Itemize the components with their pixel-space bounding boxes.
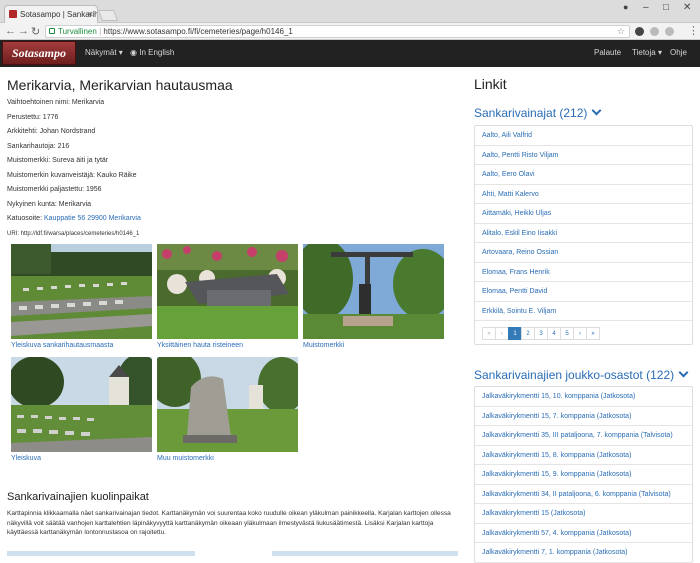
fact-address: Katuosoite: Kauppatie 56 29900 Merikarvi…	[7, 215, 141, 222]
caret-down-icon: ▾	[657, 48, 662, 57]
page-next-button[interactable]: ›	[573, 327, 587, 340]
globe-icon: ◉	[130, 48, 137, 57]
list-item: Erkkilä, Sointu E. Viljam	[475, 302, 692, 321]
extension-icon[interactable]	[665, 27, 674, 36]
site-navbar: Sotasampo Näkymät ▾ ◉ In English Palaute…	[0, 40, 700, 67]
list-item: Aalto, Aili Valfrid	[475, 126, 692, 146]
photo-caption[interactable]: Yleiskuva sankarihautausmaasta	[11, 342, 113, 349]
fact-memorial: Muistomerkki: Sureva äiti ja tytär	[7, 157, 109, 164]
cemetery-facts: Vaihtoehtoinen nimi: Merikarvia Perustet…	[7, 98, 457, 243]
photo-caption[interactable]: Yksittäinen hauta risteineen	[157, 342, 243, 349]
site-favicon-icon	[9, 10, 17, 18]
profile-icon[interactable]: ●	[623, 2, 628, 12]
minimize-icon[interactable]: –	[643, 2, 649, 13]
fact-unveiled: Muistomerkki paljastettu: 1956	[7, 186, 102, 193]
fact-founded: Perustettu: 1776	[7, 113, 59, 121]
fact-sculptor: Muistomerkin kuvanveistäjä: Kauko Räike	[7, 171, 137, 179]
back-icon[interactable]: ←	[5, 25, 16, 37]
new-tab-button[interactable]	[97, 10, 119, 21]
list-item: Jalkaväkirykmentti 7, 1. komppania (Jatk…	[475, 543, 692, 563]
page-last-button[interactable]: »	[586, 327, 600, 340]
list-item: Elomaa, Pentti David	[475, 282, 692, 302]
secure-label: Turvallinen	[58, 27, 97, 36]
lock-icon	[49, 28, 55, 34]
list-item: Jalkaväkirykmentti 15, 8. komppania (Jat…	[475, 446, 692, 465]
pagination: « ‹ 1 2 3 4 5 › »	[475, 321, 692, 344]
caret-down-icon: ▾	[118, 48, 123, 57]
list-item: Jalkaväkirykmentti 35, III pataljoona, 7…	[475, 426, 692, 446]
forward-icon[interactable]: →	[18, 25, 29, 37]
list-item: Elomaa, Frans Henrik	[475, 263, 692, 282]
site-logo[interactable]: Sotasampo	[2, 41, 76, 65]
heroes-section-toggle[interactable]: Sankarivainajat (212)	[474, 105, 602, 120]
page-5-button[interactable]: 5	[560, 327, 574, 340]
fact-hero-graves: Sankarihautoja: 216	[7, 142, 70, 150]
photo-caption[interactable]: Muistomerkki	[303, 342, 344, 349]
nav-help-link[interactable]: Ohje	[670, 48, 687, 57]
address-bar: ← → ↻ Turvallinen | https://www.sotasamp…	[0, 23, 700, 40]
address-link[interactable]: Kauppatie 56 29900 Merikarvia	[44, 215, 141, 222]
url-text: https://www.sotasampo.fi/fi/cemeteries/p…	[103, 27, 293, 36]
chevron-down-icon	[678, 367, 689, 378]
photo-general-view[interactable]	[11, 357, 152, 452]
window-close-icon[interactable]: ✕	[683, 2, 691, 13]
list-item: Artovaara, Reino Ossian	[475, 243, 692, 263]
list-item: Aalto, Pentti Risto Viljam	[475, 146, 692, 165]
list-item: Jalkaväkirykmentti 15, 7. komppania (Jat…	[475, 407, 692, 426]
fact-uri: URI: http://ldf.fi/warsa/places/cemeteri…	[7, 230, 140, 237]
reload-icon[interactable]: ↻	[31, 25, 40, 38]
nav-info-dropdown[interactable]: Tietoja ▾	[632, 48, 662, 57]
deaths-section-heading: Sankarivainajien kuolinpaikat	[7, 491, 149, 503]
chevron-down-icon	[591, 105, 602, 116]
links-heading: Linkit	[474, 76, 507, 92]
nav-views-dropdown[interactable]: Näkymät ▾	[85, 48, 123, 57]
photo-other-memorial[interactable]	[157, 357, 298, 452]
page-4-button[interactable]: 4	[547, 327, 561, 340]
browser-menu-icon[interactable]: ⋮	[688, 24, 699, 37]
url-field[interactable]: Turvallinen | https://www.sotasampo.fi/f…	[45, 25, 630, 38]
list-item: Jalkaväkirykmentti 57, 4. komppania (Jat…	[475, 524, 692, 543]
page-2-button[interactable]: 2	[521, 327, 535, 340]
list-item: Ahti, Matti Kalervo	[475, 185, 692, 204]
list-item: Jalkaväkirykmentti 15, 9. komppania (Jat…	[475, 465, 692, 485]
links-sidebar: Linkit Sankarivainajat (212) Aalto, Aili…	[474, 67, 700, 563]
page-prev-button[interactable]: ‹	[495, 327, 509, 340]
map-panel[interactable]	[7, 551, 195, 556]
photo-cemetery-overview[interactable]	[11, 244, 152, 339]
photo-caption[interactable]: Yleiskuva	[11, 455, 41, 462]
extension-icon[interactable]	[650, 27, 659, 36]
photo-memorial[interactable]	[303, 244, 444, 339]
nav-feedback-link[interactable]: Palaute	[594, 48, 621, 57]
photo-caption[interactable]: Muu muistomerkki	[157, 455, 214, 462]
list-item: Alitalo, Eskil Eino Iisakki	[475, 224, 692, 243]
page-first-button[interactable]: «	[482, 327, 496, 340]
photo-single-grave[interactable]	[157, 244, 298, 339]
map-panel[interactable]	[272, 551, 458, 556]
page-title: Merikarvia, Merikarvian hautausmaa	[7, 77, 233, 93]
main-content: Merikarvia, Merikarvian hautausmaa Vaiht…	[0, 67, 462, 556]
bookmark-star-icon[interactable]: ☆	[617, 26, 625, 37]
maximize-icon[interactable]: □	[663, 2, 669, 13]
browser-tab[interactable]: Sotasampo | Sankarihaut ×	[4, 5, 98, 23]
tab-close-icon[interactable]: ×	[88, 6, 93, 23]
page-1-button[interactable]: 1	[508, 327, 522, 340]
browser-tab-title: Sotasampo | Sankarihaut	[20, 10, 98, 19]
deaths-section-text: Karttapinnia klikkaamalla näet sankariva…	[7, 510, 451, 536]
list-item: Jalkaväkirykmentti 15, 10. komppania (Ja…	[475, 387, 692, 407]
fact-architect: Arkkitehti: Johan Nordstrand	[7, 128, 96, 135]
units-section-toggle[interactable]: Sankarivainajien joukko-osastot (122)	[474, 367, 689, 382]
fact-alt-name: Vaihtoehtoinen nimi: Merikarvia	[7, 99, 105, 106]
browser-tab-bar: Sotasampo | Sankarihaut × ● – □ ✕	[0, 0, 700, 23]
units-list: Jalkaväkirykmentti 15, 10. komppania (Ja…	[474, 386, 693, 563]
nav-english-link[interactable]: ◉ In English	[130, 48, 174, 57]
list-item: Jalkaväkirykmentti 15 (Jatkosota)	[475, 504, 692, 524]
list-item: Aittamäki, Heikki Uljas	[475, 204, 692, 224]
page-3-button[interactable]: 3	[534, 327, 548, 340]
fact-municipality: Nykyinen kunta: Merikarvia	[7, 200, 92, 208]
heroes-list: Aalto, Aili Valfrid Aalto, Pentti Risto …	[474, 125, 693, 345]
extension-icon[interactable]	[635, 27, 644, 36]
list-item: Jalkaväkirykmentti 34, II pataljoona, 6.…	[475, 485, 692, 504]
list-item: Aalto, Eero Olavi	[475, 165, 692, 185]
